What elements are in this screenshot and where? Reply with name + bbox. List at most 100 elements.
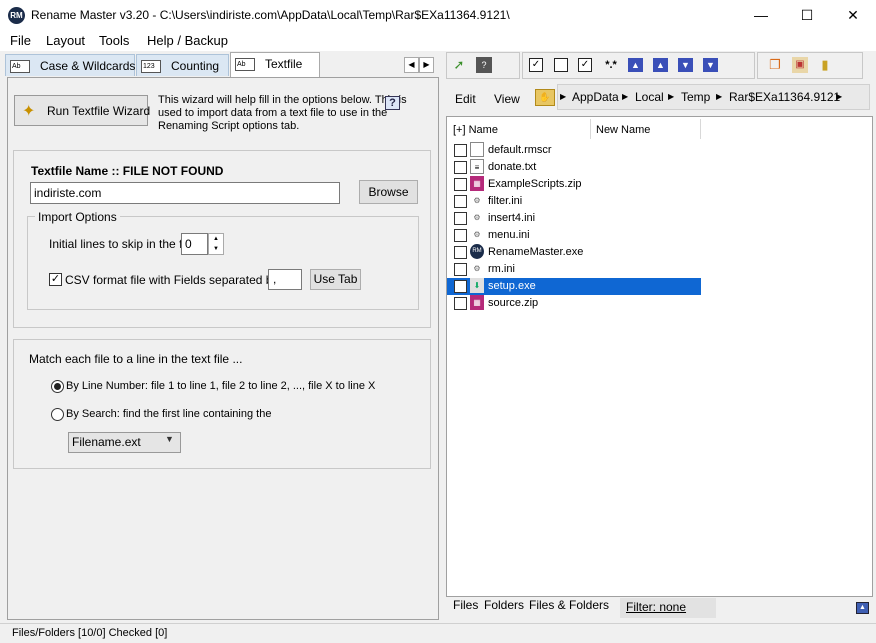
wildcard-select-icon[interactable]: *.* bbox=[603, 57, 619, 73]
close-button[interactable]: ✕ bbox=[830, 0, 876, 31]
archive-icon: ▦ bbox=[470, 176, 484, 191]
file-name: insert4.ini bbox=[488, 212, 536, 224]
breadcrumb-rar-folder[interactable]: Rar$EXa11364.9121 bbox=[729, 90, 840, 104]
text-file-icon: ≡ bbox=[470, 159, 484, 174]
installer-icon: ⬇ bbox=[470, 278, 484, 293]
file-row[interactable] bbox=[447, 193, 701, 210]
file-name: donate.txt bbox=[488, 161, 537, 173]
check-selected-icon[interactable]: ✓ bbox=[578, 58, 592, 72]
image-preview-icon[interactable]: ▣ bbox=[792, 57, 808, 73]
file-checkbox[interactable] bbox=[454, 229, 467, 242]
tab-label: Counting bbox=[171, 59, 220, 73]
tab-folders[interactable]: Folders bbox=[484, 598, 524, 612]
chevron-right-icon[interactable]: ▶ bbox=[716, 92, 722, 101]
file-checkbox[interactable] bbox=[454, 144, 467, 157]
chevron-right-icon[interactable]: ▶ bbox=[668, 92, 674, 101]
menu-tools[interactable]: Tools bbox=[99, 33, 129, 48]
use-tab-button[interactable]: Use Tab bbox=[310, 269, 361, 290]
column-header-name[interactable]: [+] Name bbox=[453, 124, 498, 136]
settings-file-icon: ⚙ bbox=[473, 196, 481, 205]
file-checkbox[interactable] bbox=[454, 263, 467, 276]
file-name: default.rmscr bbox=[488, 144, 552, 156]
file-checkbox[interactable] bbox=[454, 161, 467, 174]
rename-go-icon[interactable]: ➚ bbox=[451, 57, 467, 73]
view-menu[interactable]: View bbox=[494, 92, 520, 106]
check-all-icon[interactable]: ✓ bbox=[529, 58, 543, 72]
settings-file-icon: ⚙ bbox=[473, 230, 481, 239]
undo-rename-icon[interactable]: ? bbox=[476, 57, 492, 73]
move-top-icon[interactable]: ▲ bbox=[628, 58, 643, 72]
file-row[interactable] bbox=[447, 227, 701, 244]
minimize-button[interactable]: — bbox=[738, 0, 784, 31]
spin-up-icon[interactable]: ▲ bbox=[209, 234, 223, 244]
wizard-description: This wizard will help fill in the option… bbox=[158, 94, 407, 132]
skip-lines-input[interactable]: 0 bbox=[181, 233, 208, 255]
textfile-icon: Ab bbox=[235, 58, 255, 72]
file-name: setup.exe bbox=[488, 280, 536, 292]
file-row[interactable] bbox=[447, 159, 701, 176]
uncheck-all-icon[interactable] bbox=[554, 58, 568, 72]
tab-files[interactable]: Files bbox=[453, 598, 478, 612]
file-name: filter.ini bbox=[488, 195, 523, 207]
filter-link[interactable]: Filter: none bbox=[626, 600, 686, 614]
csv-format-label: CSV format file with Fields separated by bbox=[65, 273, 279, 287]
textfile-name-input[interactable]: indiriste.com bbox=[30, 182, 340, 204]
by-search-radio[interactable] bbox=[51, 408, 64, 421]
file-name: ExampleScripts.zip bbox=[488, 178, 582, 190]
file-checkbox[interactable] bbox=[454, 246, 467, 259]
app-logo-icon: RM bbox=[8, 7, 25, 24]
column-divider[interactable] bbox=[700, 119, 701, 139]
menu-file[interactable]: File bbox=[10, 33, 31, 48]
move-down-icon[interactable]: ▼ bbox=[678, 58, 693, 72]
tab-scroll-right-button[interactable]: ▶ bbox=[419, 57, 434, 73]
file-row[interactable] bbox=[447, 261, 701, 278]
help-icon[interactable]: ? bbox=[385, 96, 400, 110]
breadcrumb-local[interactable]: Local bbox=[635, 90, 664, 104]
chevron-right-icon[interactable]: ▶ bbox=[836, 92, 842, 101]
file-checkbox[interactable] bbox=[454, 178, 467, 191]
folder-tree-icon[interactable]: ▮ bbox=[817, 57, 833, 73]
folder-up-icon[interactable]: ✋ bbox=[535, 89, 555, 106]
file-checkbox[interactable] bbox=[454, 212, 467, 225]
file-row[interactable] bbox=[447, 295, 701, 312]
eject-icon[interactable]: ▲ bbox=[856, 602, 869, 614]
copy-files-icon[interactable]: ❐ bbox=[767, 57, 783, 73]
breadcrumb-appdata[interactable]: AppData bbox=[572, 90, 619, 104]
file-row[interactable] bbox=[447, 210, 701, 227]
move-bottom-icon[interactable]: ▼ bbox=[703, 58, 718, 72]
settings-file-icon: ⚙ bbox=[473, 264, 481, 273]
tab-case-wildcards[interactable]: Ab Case & Wildcards bbox=[5, 54, 135, 76]
file-checkbox[interactable] bbox=[454, 297, 467, 310]
maximize-button[interactable]: ☐ bbox=[784, 0, 830, 31]
tab-textfile[interactable]: Ab Textfile bbox=[230, 52, 320, 77]
field-separator-input[interactable]: , bbox=[268, 269, 302, 290]
column-divider[interactable] bbox=[590, 119, 591, 139]
csv-format-checkbox[interactable]: ✓ bbox=[49, 273, 62, 286]
settings-file-icon: ⚙ bbox=[473, 213, 481, 222]
file-checkbox[interactable] bbox=[454, 195, 467, 208]
menu-help-backup[interactable]: Help / Backup bbox=[147, 33, 228, 48]
chevron-down-icon: ▼ bbox=[165, 434, 174, 444]
skip-lines-spinner[interactable]: ▲ ▼ bbox=[208, 233, 224, 255]
breadcrumb-temp[interactable]: Temp bbox=[681, 90, 710, 104]
tab-counting[interactable]: 123 Counting bbox=[136, 54, 229, 76]
radio-selected-dot bbox=[54, 383, 61, 390]
browse-button[interactable]: Browse bbox=[359, 180, 418, 204]
tab-files-and-folders[interactable]: Files & Folders bbox=[529, 598, 609, 612]
chevron-right-icon[interactable]: ▶ bbox=[622, 92, 628, 101]
move-up-icon[interactable]: ▲ bbox=[653, 58, 668, 72]
file-name: source.zip bbox=[488, 297, 539, 309]
menu-layout[interactable]: Layout bbox=[46, 33, 85, 48]
edit-menu[interactable]: Edit bbox=[455, 92, 476, 106]
archive-icon: ▦ bbox=[470, 295, 484, 310]
file-name: RenameMaster.exe bbox=[488, 246, 584, 258]
file-row[interactable] bbox=[447, 142, 701, 159]
column-header-new-name[interactable]: New Name bbox=[596, 124, 650, 136]
skip-lines-label: Initial lines to skip in the file bbox=[49, 237, 195, 251]
spin-down-icon[interactable]: ▼ bbox=[209, 244, 223, 254]
tab-scroll-left-button[interactable]: ◀ bbox=[404, 57, 419, 73]
file-checkbox[interactable] bbox=[454, 280, 467, 293]
tab-label: Case & Wildcards bbox=[40, 59, 136, 73]
import-options-group bbox=[27, 216, 419, 310]
file-row-selected[interactable] bbox=[447, 278, 701, 295]
